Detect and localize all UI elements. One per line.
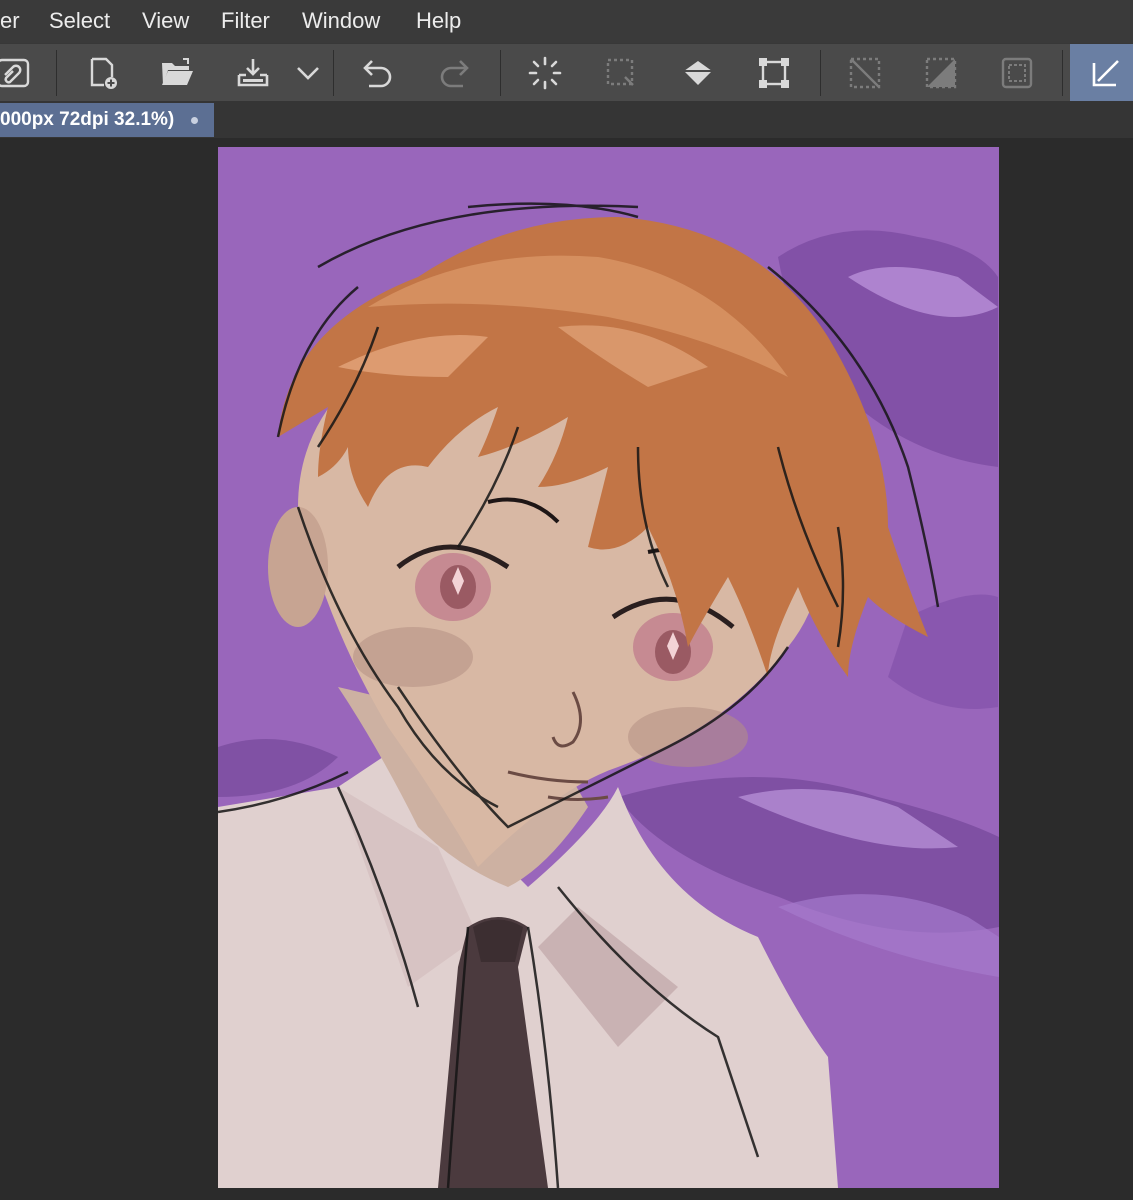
menu-window[interactable]: Window <box>302 8 380 34</box>
cloud-icon[interactable] <box>0 53 36 93</box>
fill-bucket-icon[interactable] <box>676 53 720 93</box>
document-tab-bar: 000px 72dpi 32.1%) <box>0 101 1133 138</box>
transform-icon[interactable] <box>752 53 796 93</box>
save-icon[interactable] <box>231 53 275 93</box>
menu-bar: er Select View Filter Window Help <box>0 0 1133 43</box>
selection-tool-icon <box>1084 53 1128 93</box>
menu-select[interactable]: Select <box>49 8 110 34</box>
menu-layer[interactable]: er <box>0 8 20 34</box>
command-bar <box>0 43 1133 102</box>
open-folder-icon[interactable] <box>155 53 199 93</box>
menu-help[interactable]: Help <box>416 8 461 34</box>
selection-tool-button[interactable] <box>1070 44 1133 102</box>
redo-icon[interactable] <box>432 53 476 93</box>
new-document-icon[interactable] <box>80 53 124 93</box>
loading-icon[interactable] <box>523 53 567 93</box>
invert-selection-icon[interactable] <box>919 53 963 93</box>
drawing-canvas[interactable] <box>218 147 999 1188</box>
chevron-down-icon[interactable] <box>286 53 330 93</box>
selection-border-icon[interactable] <box>995 53 1039 93</box>
menu-filter[interactable]: Filter <box>221 8 270 34</box>
unsaved-dot-icon <box>191 117 198 124</box>
dotted-square-icon[interactable] <box>599 53 643 93</box>
document-tab[interactable]: 000px 72dpi 32.1%) <box>0 103 214 137</box>
artwork <box>218 147 999 1188</box>
menu-view[interactable]: View <box>142 8 189 34</box>
undo-icon[interactable] <box>356 53 400 93</box>
clear-selection-icon[interactable] <box>843 53 887 93</box>
document-tab-title: 000px 72dpi 32.1%) <box>0 109 175 130</box>
